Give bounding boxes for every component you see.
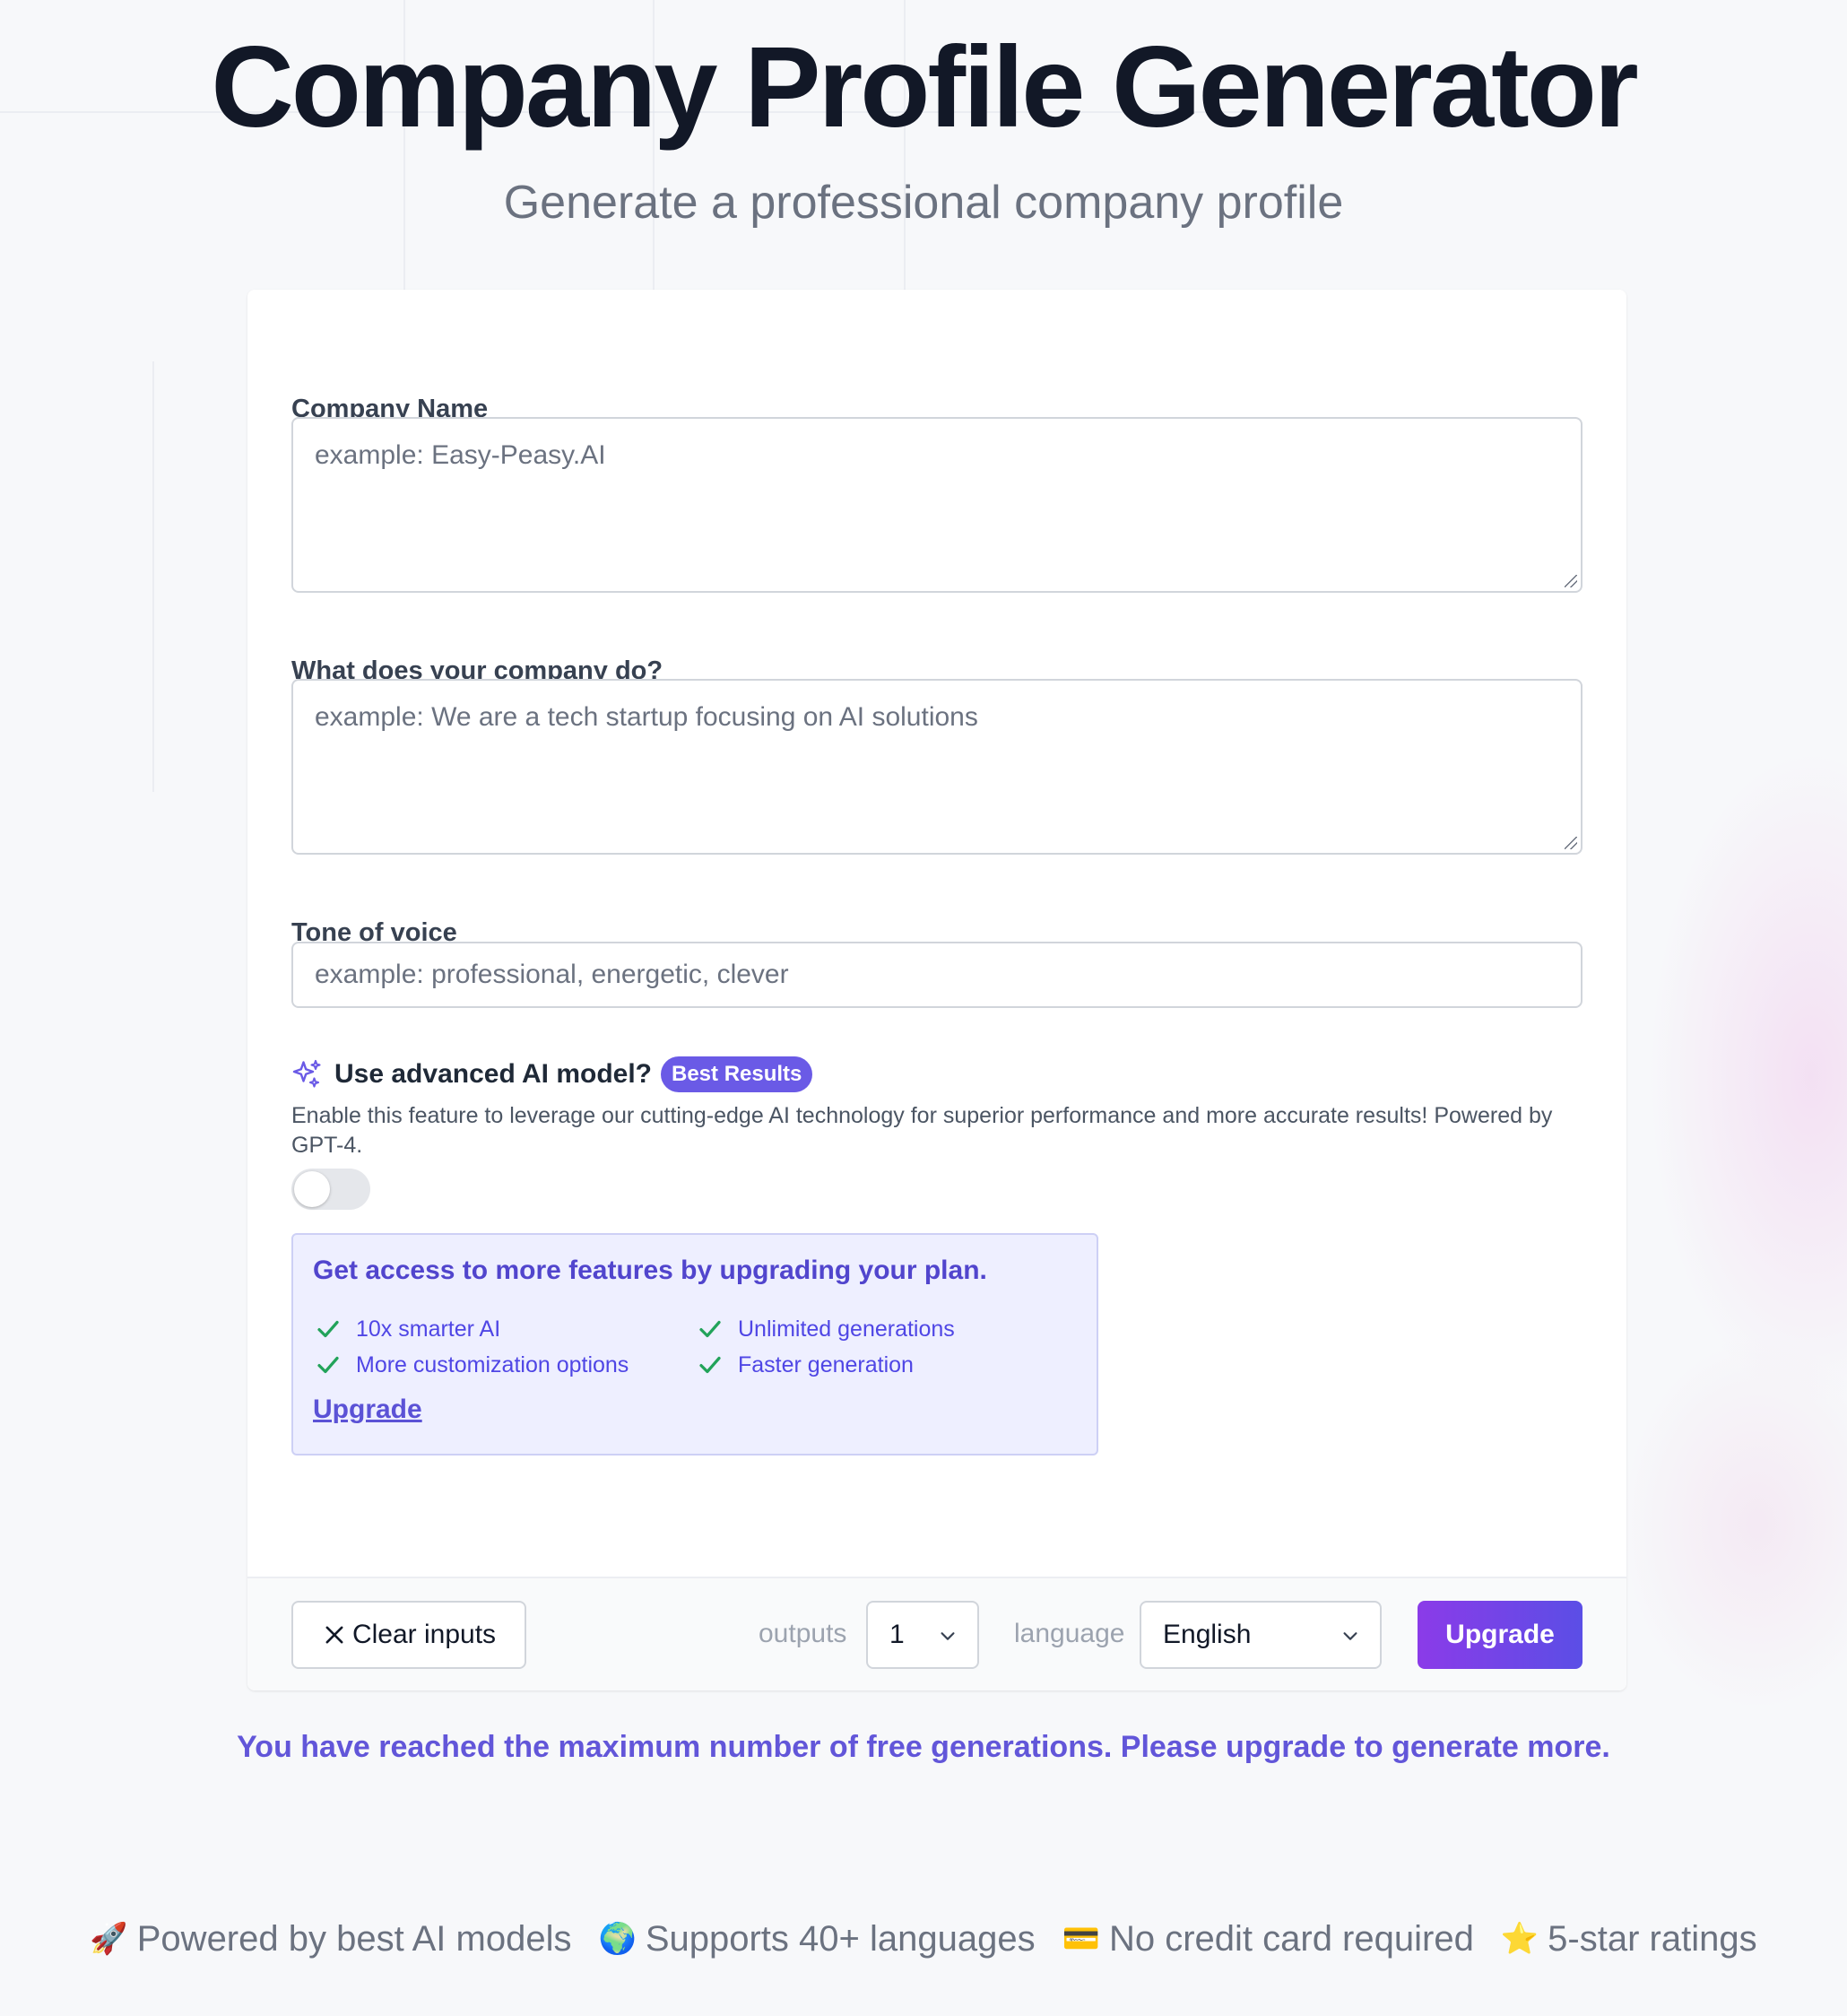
page-subtitle: Generate a professional company profile — [503, 177, 1344, 229]
perk-label: Supports 40+ languages — [645, 1919, 1036, 1959]
star-icon: ⭐ — [1500, 1922, 1539, 1956]
company-name-input[interactable]: example: Easy-Peasy.AI — [291, 417, 1583, 593]
language-value: English — [1163, 1620, 1252, 1649]
upgrade-button[interactable]: Upgrade — [1418, 1601, 1583, 1669]
tone-placeholder: example: professional, energetic, clever — [315, 960, 789, 989]
outputs-label: outputs — [759, 1619, 847, 1648]
upsell-feature-label: 10x smarter AI — [356, 1316, 501, 1342]
perk-label: No credit card required — [1108, 1919, 1474, 1959]
advanced-model-toggle[interactable] — [291, 1169, 370, 1210]
credit-card-icon: 💳 — [1062, 1922, 1100, 1956]
check-icon — [699, 1320, 721, 1338]
sparkles-icon — [292, 1059, 321, 1088]
perk-item: 🚀 Powered by best AI models — [90, 1917, 571, 1960]
perk-item: 🌍 Supports 40+ languages — [598, 1917, 1035, 1960]
check-icon — [317, 1320, 339, 1338]
advanced-model-row: Use advanced AI model? Best Results — [291, 1054, 813, 1095]
resize-handle-icon[interactable] — [1565, 575, 1577, 587]
upsell-feature: More customization options — [313, 1351, 629, 1378]
perk-item: 💳 No credit card required — [1062, 1917, 1474, 1960]
bg-grid-line — [152, 361, 154, 792]
perk-label: Powered by best AI models — [136, 1919, 572, 1959]
upsell-feature-label: More customization options — [356, 1352, 629, 1377]
tone-input[interactable]: example: professional, energetic, clever — [291, 942, 1583, 1008]
generation-limit-message: You have reached the maximum number of f… — [237, 1730, 1610, 1764]
advanced-model-label: Use advanced AI model? — [334, 1059, 652, 1089]
form-footer-bar: Clear inputs outputs 1 language English … — [247, 1577, 1626, 1690]
clear-inputs-button[interactable]: Clear inputs — [291, 1601, 526, 1669]
upsell-feature-label: Unlimited generations — [738, 1316, 955, 1342]
perk-item: ⭐ 5-star ratings — [1501, 1917, 1757, 1960]
upsell-feature: 10x smarter AI — [313, 1316, 500, 1343]
perk-label: 5-star ratings — [1548, 1919, 1757, 1959]
company-description-input[interactable]: example: We are a tech startup focusing … — [291, 679, 1583, 855]
globe-icon: 🌍 — [598, 1922, 637, 1956]
page: Company Profile Generator Generate a pro… — [0, 0, 1847, 2016]
language-label: language — [1014, 1619, 1125, 1648]
language-select[interactable]: English — [1140, 1601, 1382, 1669]
upsell-feature: Faster generation — [695, 1351, 914, 1378]
chevron-down-icon — [1343, 1632, 1357, 1640]
page-title: Company Profile Generator — [211, 23, 1638, 152]
advanced-model-description: Enable this feature to leverage our cutt… — [291, 1103, 1553, 1158]
chevron-down-icon — [941, 1632, 955, 1640]
close-icon — [325, 1626, 343, 1644]
upsell-upgrade-link[interactable]: Upgrade — [313, 1395, 422, 1425]
toggle-knob — [294, 1171, 330, 1207]
company-name-placeholder: example: Easy-Peasy.AI — [315, 440, 606, 470]
outputs-value: 1 — [889, 1620, 905, 1649]
clear-inputs-label: Clear inputs — [351, 1620, 497, 1649]
upsell-title: Get access to more features by upgrading… — [313, 1256, 987, 1285]
upgrade-upsell-box: Get access to more features by upgrading… — [291, 1233, 1098, 1456]
resize-handle-icon[interactable] — [1565, 837, 1577, 849]
check-icon — [317, 1356, 339, 1374]
perks-row: 🚀 Powered by best AI models 🌍 Supports 4… — [0, 1917, 1847, 1960]
rocket-icon: 🚀 — [90, 1922, 128, 1956]
upsell-feature-label: Faster generation — [738, 1352, 914, 1377]
check-icon — [699, 1356, 721, 1374]
outputs-select[interactable]: 1 — [866, 1601, 979, 1669]
company-description-placeholder: example: We are a tech startup focusing … — [315, 702, 978, 732]
generator-form-card: Company Name example: Easy-Peasy.AI What… — [247, 290, 1626, 1690]
best-results-badge: Best Results — [661, 1056, 813, 1092]
upsell-feature: Unlimited generations — [695, 1316, 955, 1343]
